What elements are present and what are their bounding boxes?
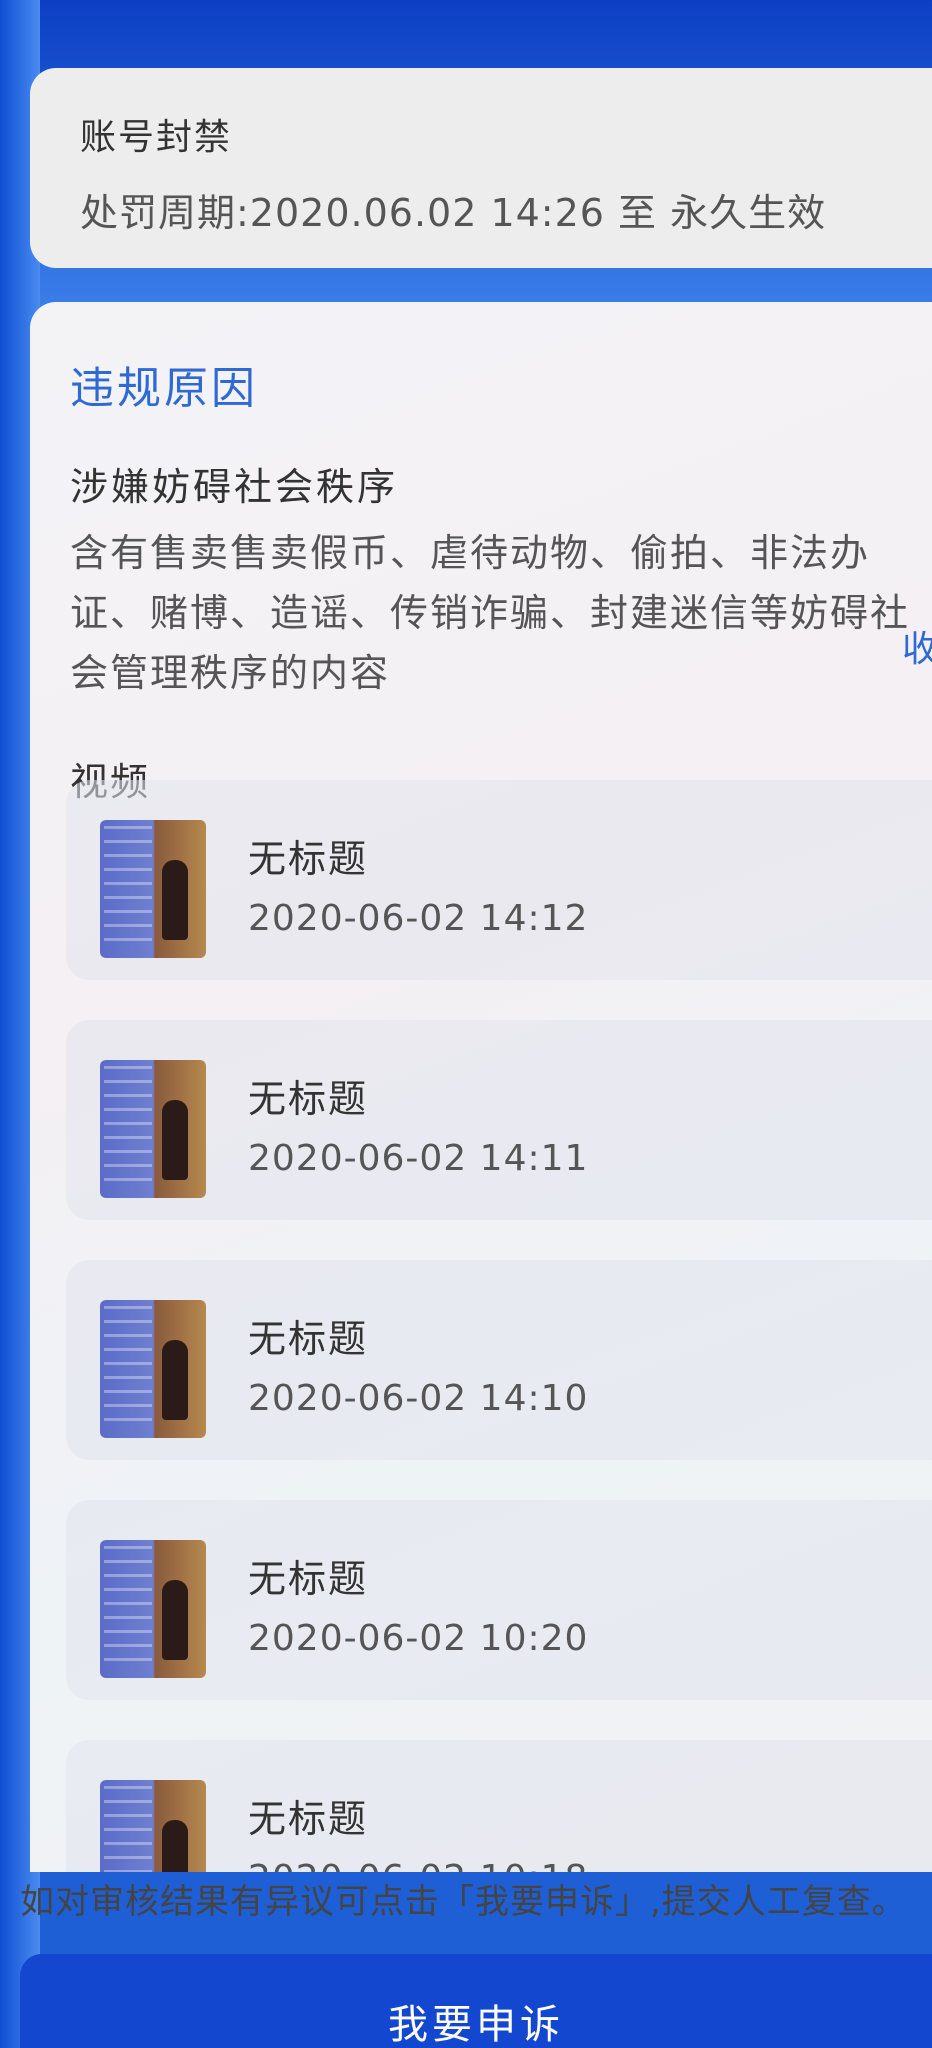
video-thumbnail	[100, 1060, 206, 1198]
video-time: 2020-06-02 10:20	[248, 1618, 589, 1659]
ban-card: 账号封禁 处罚周期:2020.06.02 14:26 至 永久生效	[30, 68, 932, 268]
video-thumbnail	[100, 1300, 206, 1438]
video-title: 无标题	[248, 1557, 369, 1601]
video-thumbnail	[100, 1540, 206, 1678]
violation-section-title: 违规原因	[70, 363, 258, 414]
video-title: 无标题	[248, 1317, 369, 1361]
video-item[interactable]: 无标题 2020-06-02 14:10	[66, 1260, 932, 1460]
video-list: 无标题 2020-06-02 14:12 无标题 2020-06-02 14:1…	[66, 780, 932, 1872]
appeal-button[interactable]: 我要申诉	[20, 1954, 932, 2048]
reason-description: 含有售卖售卖假币、虐待动物、偷拍、非法办证、赌博、造谣、传销诈骗、封建迷信等妨碍…	[70, 531, 911, 695]
video-thumbnail	[100, 1780, 206, 1872]
video-title: 无标题	[248, 1797, 369, 1841]
appeal-notice: 如对审核结果有异议可点击「我要申诉」,提交人工复查。	[20, 1882, 907, 1922]
video-time: 2020-06-02 14:11	[248, 1138, 589, 1179]
video-item[interactable]: 无标题 2020-06-02 10:20	[66, 1500, 932, 1700]
reason-title: 涉嫌妨碍社会秩序	[70, 465, 399, 509]
video-title: 无标题	[248, 1077, 369, 1121]
video-item[interactable]: 无标题 2020-06-02 10:18	[66, 1740, 932, 1872]
video-item[interactable]: 无标题 2020-06-02 14:11	[66, 1020, 932, 1220]
ban-period: 处罚周期:2020.06.02 14:26 至 永久生效	[80, 191, 827, 235]
video-title: 无标题	[248, 837, 369, 881]
video-time: 2020-06-02 10:18	[248, 1858, 588, 1872]
collapse-link[interactable]: 收	[902, 620, 932, 672]
video-time: 2020-06-02 14:12	[248, 898, 589, 939]
violation-card: 违规原因 涉嫌妨碍社会秩序 含有售卖售卖假币、虐待动物、偷拍、非法办证、赌博、造…	[30, 302, 932, 1872]
video-item[interactable]: 无标题 2020-06-02 14:12	[66, 780, 932, 980]
video-thumbnail	[100, 820, 206, 958]
video-time: 2020-06-02 14:10	[248, 1378, 589, 1419]
ban-title: 账号封禁	[80, 117, 233, 158]
